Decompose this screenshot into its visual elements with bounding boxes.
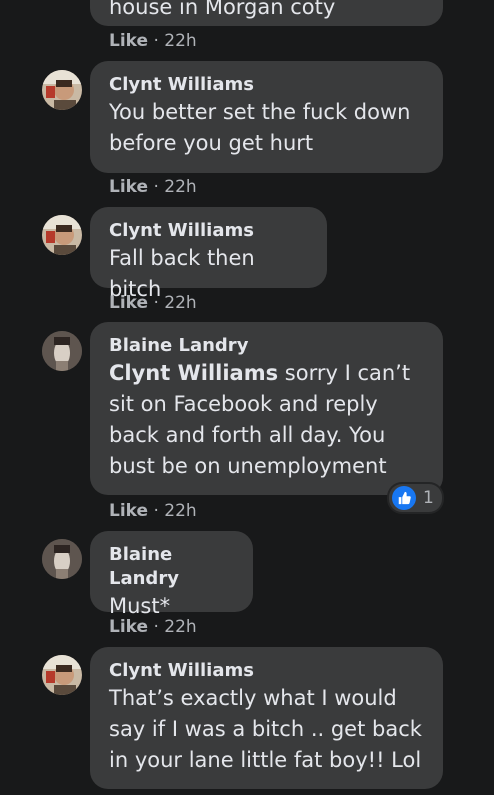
comment-actions: Like · 22h: [109, 176, 197, 198]
comment-bubble: Clynt Williams You better set the fuck d…: [90, 61, 443, 173]
timestamp[interactable]: 22h: [164, 177, 196, 197]
mention-link[interactable]: Clynt Williams: [109, 361, 278, 385]
comment-text: house in Morgan coty: [109, 0, 336, 19]
comment-actions: Like · 22h: [109, 616, 197, 638]
commenter-name[interactable]: Blaine Landry: [109, 334, 423, 358]
profile-photo-icon: [42, 70, 82, 110]
separator: ·: [148, 177, 165, 197]
comment-actions: Like · 22h: [109, 500, 197, 522]
commenter-name[interactable]: Clynt Williams: [109, 659, 423, 683]
avatar[interactable]: [42, 331, 82, 371]
comment-text: Must*: [109, 594, 171, 618]
like-button[interactable]: Like: [109, 177, 148, 197]
comment-bubble: Blaine Landry Must*: [90, 531, 253, 618]
separator: ·: [148, 501, 165, 521]
avatar[interactable]: [42, 70, 82, 110]
like-button[interactable]: Like: [109, 617, 148, 637]
comment-bubble: Clynt Williams Fall back then bitch: [90, 207, 327, 301]
timestamp[interactable]: 22h: [164, 31, 196, 51]
timestamp[interactable]: 22h: [164, 501, 196, 521]
profile-photo-icon: [42, 215, 82, 255]
comment-bubble: house in Morgan coty: [90, 0, 443, 26]
separator: ·: [148, 293, 165, 313]
reaction-badge[interactable]: 1: [389, 484, 442, 512]
comment-actions: Like · 22h: [109, 30, 197, 52]
commenter-name[interactable]: Blaine Landry: [109, 543, 233, 591]
like-button[interactable]: Like: [109, 293, 148, 313]
comment-actions: Like · 22h: [109, 292, 197, 314]
comment-bubble: Clynt Williams That’s exactly what I wou…: [90, 647, 443, 789]
profile-photo-icon: [42, 655, 82, 695]
timestamp[interactable]: 22h: [164, 293, 196, 313]
profile-photo-icon: [42, 331, 82, 371]
commenter-name[interactable]: Clynt Williams: [109, 219, 307, 243]
comment-bubble: Blaine Landry Clynt Williams sorry I can…: [90, 322, 443, 495]
timestamp[interactable]: 22h: [164, 617, 196, 637]
comment-text: That’s exactly what I would say if I was…: [109, 686, 422, 772]
commenter-name[interactable]: Clynt Williams: [109, 73, 423, 97]
avatar[interactable]: [42, 215, 82, 255]
separator: ·: [148, 617, 165, 637]
avatar[interactable]: [42, 539, 82, 579]
reaction-count: 1: [423, 488, 434, 508]
profile-photo-icon: [42, 539, 82, 579]
comment-text: You better set the fuck down before you …: [109, 100, 411, 155]
like-button[interactable]: Like: [109, 31, 148, 51]
separator: ·: [148, 31, 165, 51]
like-button[interactable]: Like: [109, 501, 148, 521]
like-thumb-icon: [392, 486, 416, 510]
avatar[interactable]: [42, 655, 82, 695]
